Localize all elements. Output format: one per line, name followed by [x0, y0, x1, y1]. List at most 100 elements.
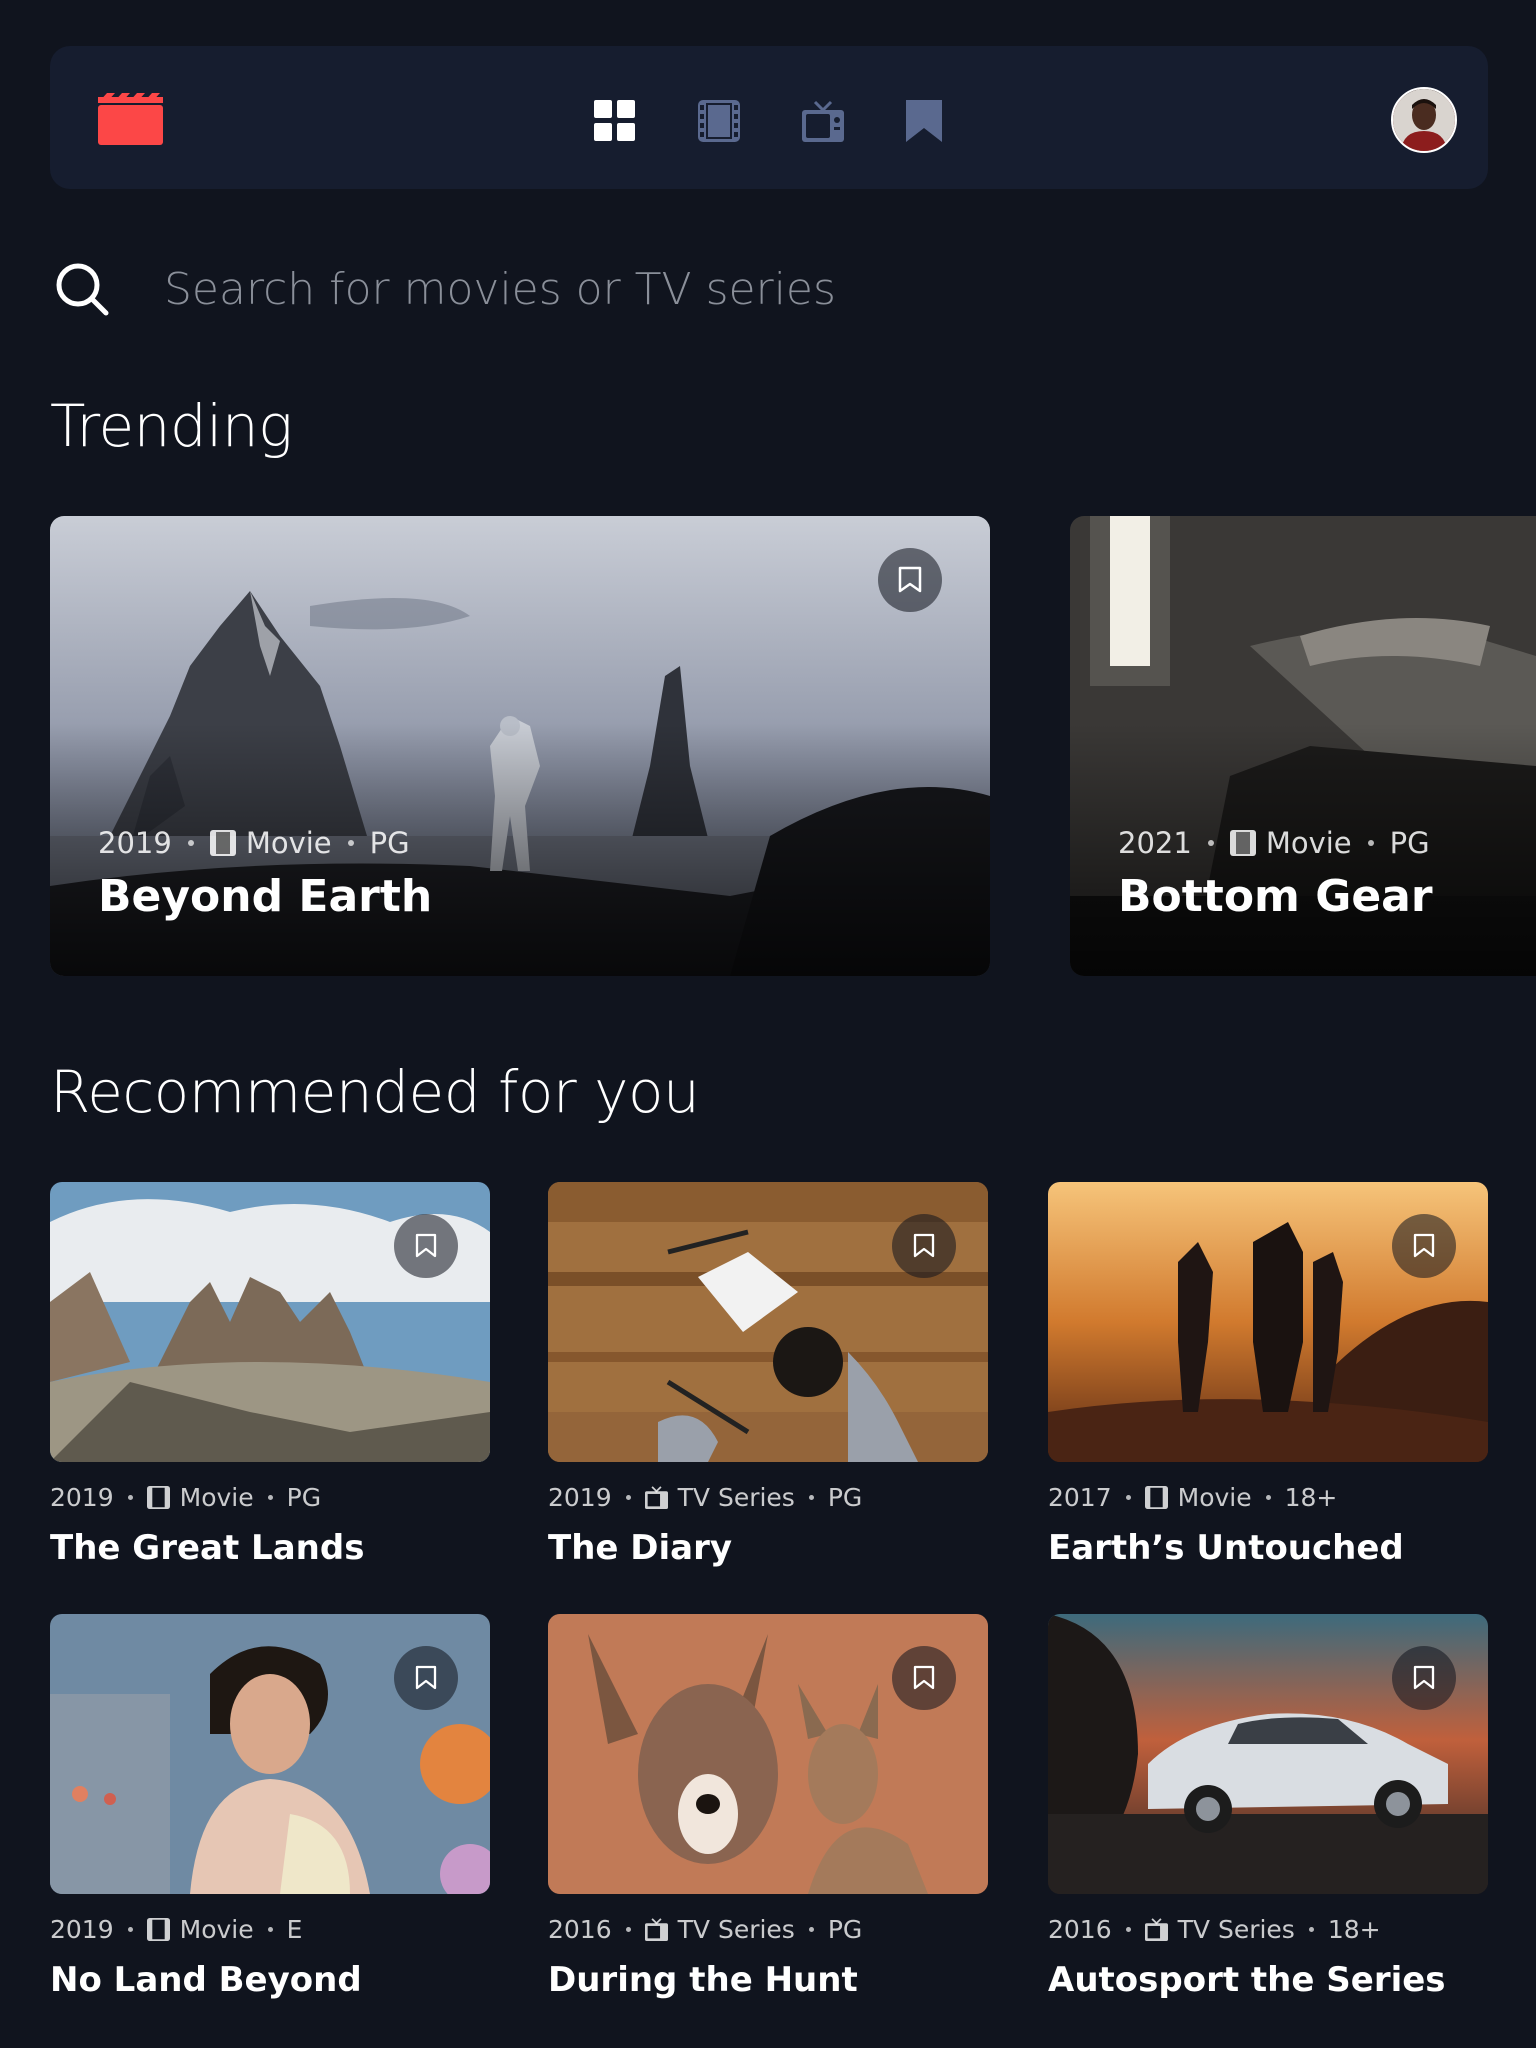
bookmark-outline-icon	[415, 1233, 437, 1258]
separator-dot	[267, 1494, 273, 1500]
card-title: During the Hunt	[548, 1960, 858, 2000]
bookmark-button[interactable]	[892, 1214, 956, 1278]
card-category: TV Series	[677, 1482, 795, 1512]
card-meta: 2017 Movie 18+	[1048, 1480, 1488, 1514]
nav-menu	[594, 98, 1010, 144]
avatar-icon	[1393, 89, 1455, 151]
card-meta: 2019 Movie E	[50, 1912, 490, 1946]
film-icon	[146, 1485, 170, 1509]
card-meta: 2019 TV Series PG	[548, 1480, 988, 1514]
separator-dot	[127, 1494, 133, 1500]
card-meta: 2021 Movie PG	[1118, 826, 1430, 860]
card-year: 2016	[1048, 1914, 1112, 1944]
card-meta: 2019 Movie PG	[50, 1480, 490, 1514]
bookmark-button[interactable]	[878, 548, 942, 612]
card-year: 2019	[548, 1482, 612, 1512]
trending-heading: Trending	[50, 392, 293, 460]
card-thumbnail	[1048, 1182, 1488, 1462]
bookmark-outline-icon	[898, 566, 922, 593]
card-title: The Diary	[548, 1528, 733, 1568]
bookmark-button[interactable]	[1392, 1646, 1456, 1710]
card-rating: PG	[369, 826, 410, 860]
bookmark-outline-icon	[1413, 1233, 1435, 1258]
separator-dot	[625, 1494, 631, 1500]
separator-dot	[1207, 840, 1214, 846]
card-title: Bottom Gear	[1118, 871, 1433, 922]
card-rating: 18+	[1327, 1914, 1381, 1944]
separator-dot	[625, 1926, 631, 1932]
recommended-card-1[interactable]: 2019 Movie PG The Great Lands	[50, 1182, 490, 1568]
card-thumbnail	[548, 1182, 988, 1462]
card-year: 2021	[1118, 826, 1192, 860]
card-title: No Land Beyond	[50, 1960, 362, 2000]
recommended-card-6[interactable]: 2016 TV Series 18+ Autosport the Series	[1048, 1614, 1488, 2000]
card-year: 2017	[1048, 1482, 1112, 1512]
recommended-card-2[interactable]: 2019 TV Series PG The Diary	[548, 1182, 988, 1568]
search-icon[interactable]	[54, 261, 110, 317]
card-meta: 2016 TV Series 18+	[1048, 1912, 1488, 1946]
card-rating: E	[286, 1914, 303, 1944]
film-icon	[209, 830, 236, 856]
film-icon	[698, 100, 740, 142]
card-year: 2019	[50, 1482, 114, 1512]
bookmark-button[interactable]	[1392, 1214, 1456, 1278]
separator-dot	[1125, 1926, 1131, 1932]
card-thumbnail	[548, 1614, 988, 1894]
nav-bookmarks[interactable]	[906, 98, 1010, 144]
bookmark-outline-icon	[913, 1233, 935, 1258]
grid-icon	[594, 100, 635, 141]
bookmark-outline-icon	[415, 1665, 437, 1690]
card-year: 2019	[98, 826, 172, 860]
card-category: TV Series	[1177, 1914, 1295, 1944]
trending-card-2[interactable]: 2021 Movie PG Bottom Gear	[1070, 516, 1536, 976]
card-category: Movie	[1177, 1482, 1252, 1512]
separator-dot	[347, 840, 354, 846]
card-category: Movie	[179, 1482, 254, 1512]
recommended-card-4[interactable]: 2019 Movie E No Land Beyond	[50, 1614, 490, 2000]
separator-dot	[187, 840, 194, 846]
card-rating: 18+	[1284, 1482, 1338, 1512]
card-meta: 2016 TV Series PG	[548, 1912, 988, 1946]
card-thumbnail	[50, 1182, 490, 1462]
card-title: Earth’s Untouched	[1048, 1528, 1404, 1568]
trending-card-1[interactable]: 2019 Movie PG Beyond Earth	[50, 516, 990, 976]
top-nav-bar	[50, 46, 1488, 189]
film-icon	[1144, 1485, 1168, 1509]
user-avatar[interactable]	[1391, 87, 1457, 153]
card-category: Movie	[1265, 826, 1352, 860]
recommended-heading: Recommended for you	[50, 1058, 700, 1126]
card-meta: 2019 Movie PG	[98, 826, 410, 860]
film-icon	[146, 1917, 170, 1941]
bookmark-outline-icon	[1413, 1665, 1435, 1690]
separator-dot	[1125, 1494, 1131, 1500]
card-year: 2019	[50, 1914, 114, 1944]
nav-movies[interactable]	[698, 98, 802, 144]
bookmark-button[interactable]	[394, 1646, 458, 1710]
separator-dot	[808, 1926, 814, 1932]
nav-home[interactable]	[594, 98, 698, 144]
separator-dot	[267, 1926, 273, 1932]
bookmark-button[interactable]	[394, 1214, 458, 1278]
tv-icon	[644, 1917, 668, 1941]
tv-icon	[802, 100, 844, 142]
separator-dot	[808, 1494, 814, 1500]
separator-dot	[127, 1926, 133, 1932]
bookmark-button[interactable]	[892, 1646, 956, 1710]
recommended-card-3[interactable]: 2017 Movie 18+ Earth’s Untouched	[1048, 1182, 1488, 1568]
separator-dot	[1308, 1926, 1314, 1932]
tv-icon	[644, 1485, 668, 1509]
search-bar	[54, 258, 1454, 320]
card-thumbnail	[1048, 1614, 1488, 1894]
logo-icon[interactable]	[98, 93, 163, 145]
card-title: Beyond Earth	[98, 871, 433, 922]
recommended-card-5[interactable]: 2016 TV Series PG During the Hunt	[548, 1614, 988, 2000]
separator-dot	[1367, 840, 1374, 846]
film-icon	[1229, 830, 1256, 856]
separator-dot	[1265, 1494, 1271, 1500]
card-rating: PG	[827, 1914, 863, 1944]
nav-tv-series[interactable]	[802, 98, 906, 144]
search-input[interactable]	[162, 262, 1366, 316]
card-title: Autosport the Series	[1048, 1960, 1446, 2000]
bookmark-icon	[906, 100, 942, 142]
bookmark-outline-icon	[913, 1665, 935, 1690]
